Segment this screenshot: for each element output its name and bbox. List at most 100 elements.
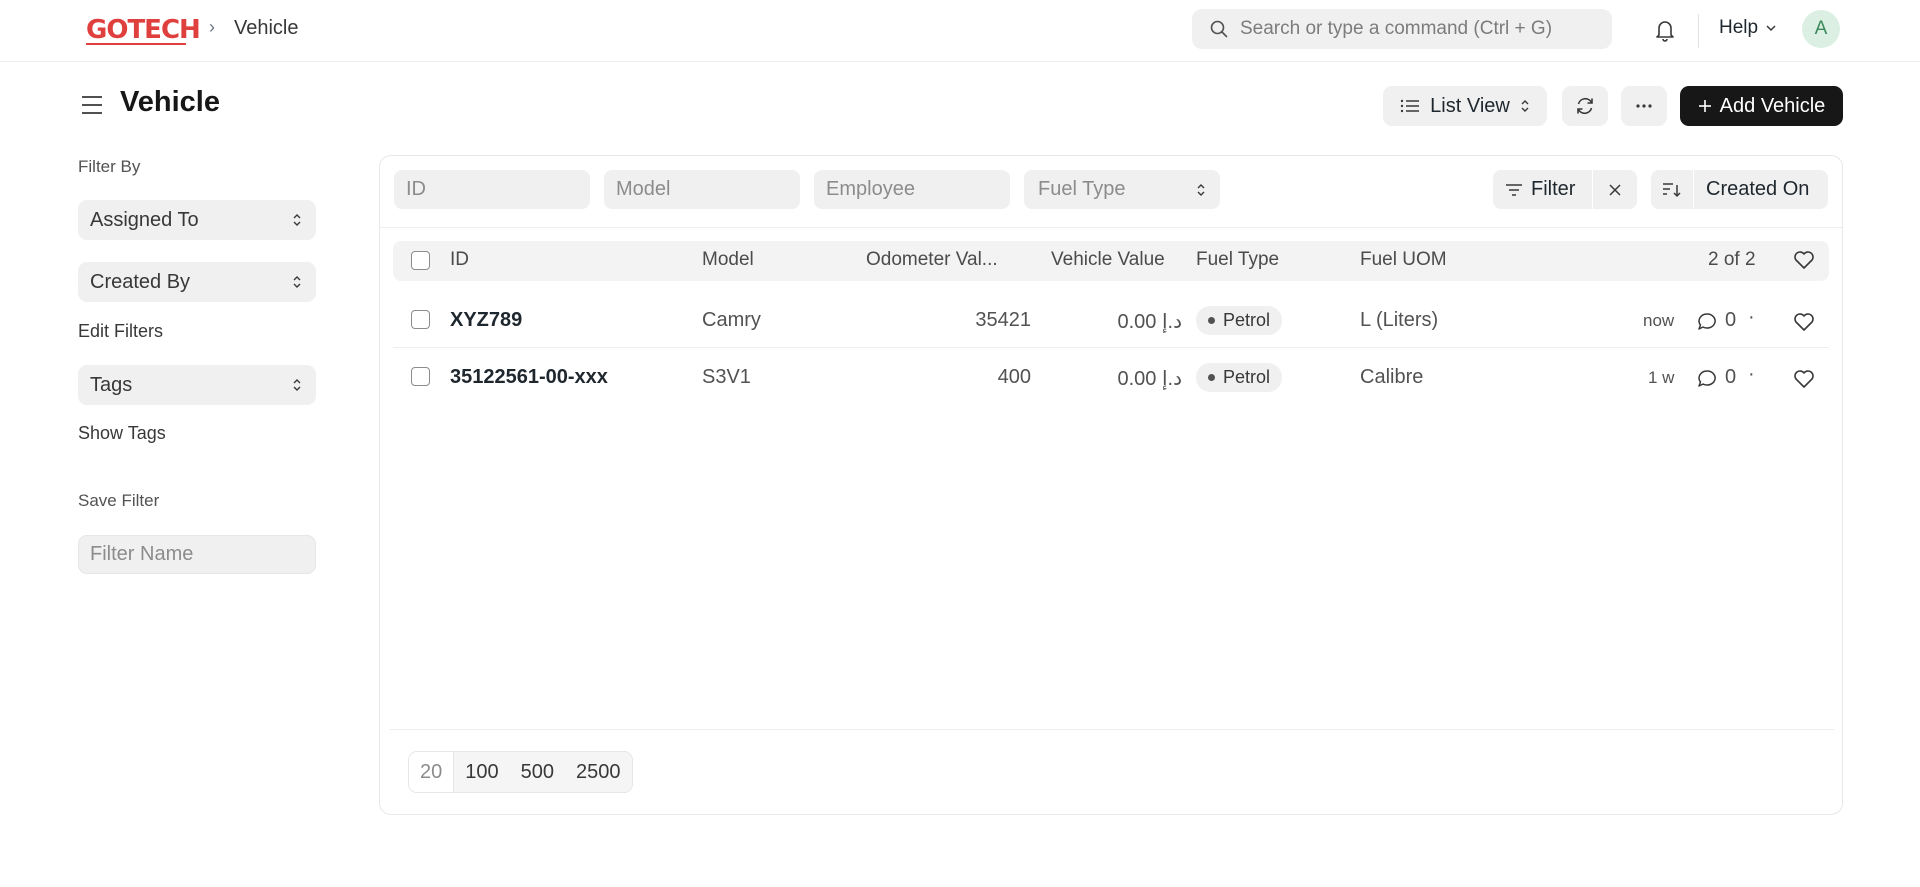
close-icon [1609,183,1621,196]
filter-label: Filter [1531,178,1576,200]
list-icon [1400,99,1420,113]
row-id[interactable]: 35122561-00-xxx [450,366,608,389]
sort-order-button[interactable] [1651,170,1693,209]
page-title: Vehicle [120,86,220,118]
separator-dot: · [1748,363,1755,385]
select-arrows-icon [1521,100,1529,112]
chevron-down-icon [1766,25,1776,32]
breadcrumb-vehicle[interactable]: Vehicle [234,17,299,40]
row-modified: 1 w [1648,368,1675,387]
table-header: ID Model Odometer Val... Vehicle Value F… [393,241,1829,281]
filter-button[interactable]: Filter [1493,170,1592,209]
row-checkbox[interactable] [411,367,430,386]
page-length-20[interactable]: 20 [409,752,455,792]
row-id[interactable]: XYZ789 [450,309,522,332]
more-actions-button[interactable] [1621,86,1667,126]
user-avatar[interactable]: A [1802,10,1840,48]
column-header-fuel-type[interactable]: Fuel Type [1196,249,1279,271]
save-filter-label: Save Filter [78,491,160,510]
column-header-vehicle-value[interactable]: Vehicle Value [1051,249,1165,271]
row-model: Camry [702,309,761,331]
comment-icon[interactable] [1697,369,1717,389]
search-input[interactable] [1240,18,1600,40]
assigned-to-label: Assigned To [90,208,199,231]
select-arrows-icon [293,276,301,288]
filter-icon [1506,183,1522,196]
tags-select[interactable]: Tags [78,365,316,405]
logo-text: GOTECH [86,15,201,45]
column-header-fuel-uom[interactable]: Fuel UOM [1360,249,1447,271]
standard-filters: Fuel Type Filter Created On [380,156,1842,228]
edit-filters-link[interactable]: Edit Filters [78,321,163,342]
tags-label: Tags [90,373,133,396]
row-odometer: 400 [997,366,1031,388]
filter-by-label: Filter By [78,157,141,176]
chevron-right-icon: › [209,17,215,37]
select-all-checkbox[interactable] [411,251,430,270]
sort-descending-icon [1663,182,1681,197]
column-header-model[interactable]: Model [702,249,754,271]
sidebar-toggle-icon[interactable] [80,94,104,116]
row-vehicle-value: د.إ 0.00 [1117,311,1182,333]
row-comment-count: 0 [1725,309,1737,331]
navbar-divider [1698,14,1699,48]
column-header-odometer[interactable]: Odometer Val... [866,249,998,271]
list-card: Fuel Type Filter Created On ID Model Odo… [379,155,1843,815]
list-view-label: List View [1430,94,1510,117]
model-filter-input[interactable] [604,170,800,209]
select-arrows-icon [293,214,301,226]
notification-bell-icon[interactable] [1652,17,1678,43]
row-fuel-uom: Calibre [1360,366,1424,388]
row-vehicle-value: د.إ 0.00 [1117,368,1182,390]
footer-divider [390,729,1834,730]
sort-field-label: Created On [1706,178,1810,200]
page-length-2500[interactable]: 2500 [565,752,632,792]
row-comment-count: 0 [1725,366,1737,388]
page-length-100[interactable]: 100 [454,752,510,792]
search-bar[interactable] [1192,9,1612,49]
assigned-to-select[interactable]: Assigned To [78,200,316,240]
heart-icon[interactable] [1793,312,1815,332]
created-by-label: Created By [90,270,191,293]
fuel-type-filter-label: Fuel Type [1038,178,1126,200]
ellipsis-icon [1636,104,1652,108]
sort-field-button[interactable]: Created On [1694,170,1828,209]
list-view-selector[interactable]: List View [1383,86,1547,126]
add-vehicle-button[interactable]: Add Vehicle [1680,86,1843,126]
company-logo[interactable]: GOTECH [86,13,201,47]
employee-filter-input[interactable] [814,170,1010,209]
select-arrows-icon [293,379,301,391]
help-dropdown[interactable]: Help [1719,17,1778,39]
row-checkbox[interactable] [411,310,430,329]
heart-icon[interactable] [1793,250,1815,270]
fuel-type-pill[interactable]: Petrol [1196,306,1283,335]
page-length-500[interactable]: 500 [509,752,565,792]
help-label: Help [1719,17,1759,38]
record-count: 2 of 2 [1708,249,1756,270]
page-length-selector: 20 100 500 2500 [408,751,633,793]
comment-icon[interactable] [1697,312,1717,332]
column-header-id[interactable]: ID [450,249,469,271]
refresh-icon [1577,97,1593,115]
created-by-select[interactable]: Created By [78,262,316,302]
table-row[interactable]: XYZ789 Camry 35421 د.إ 0.00 Petrol L (Li… [393,292,1829,348]
row-fuel-type: Petrol [1223,367,1271,387]
heart-icon[interactable] [1793,369,1815,389]
refresh-button[interactable] [1562,86,1608,126]
show-tags-link[interactable]: Show Tags [78,423,166,444]
row-odometer: 35421 [975,309,1031,331]
status-dot [1208,374,1215,381]
clear-filters-button[interactable] [1593,170,1637,209]
add-vehicle-label: Add Vehicle [1719,94,1826,117]
fuel-type-filter-select[interactable]: Fuel Type [1024,170,1220,209]
fuel-type-pill[interactable]: Petrol [1196,363,1283,392]
id-filter-input[interactable] [394,170,590,209]
logo-underline [86,43,186,45]
filter-name-input[interactable] [78,535,316,574]
row-model: S3V1 [702,366,751,388]
row-fuel-uom: L (Liters) [1360,309,1439,331]
search-icon [1210,20,1228,38]
row-modified: now [1643,311,1675,330]
separator-dot: · [1748,306,1755,328]
table-row[interactable]: 35122561-00-xxx S3V1 400 د.إ 0.00 Petrol… [393,349,1829,405]
